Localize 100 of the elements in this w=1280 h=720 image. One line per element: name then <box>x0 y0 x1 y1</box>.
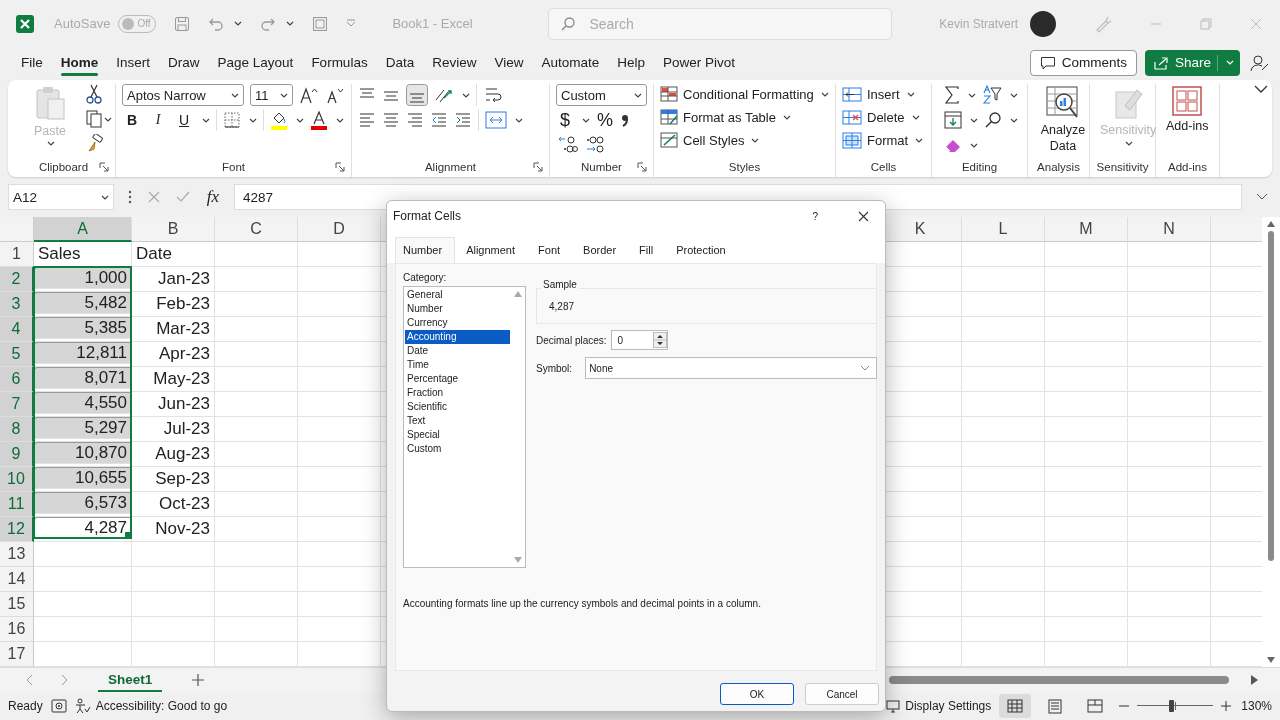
zoom-level[interactable]: 130% <box>1241 699 1272 714</box>
caret-icon[interactable] <box>751 136 760 144</box>
ribbon-tab[interactable]: Insert <box>107 49 160 77</box>
sheet-tab[interactable]: Sheet1 <box>98 668 163 692</box>
display-settings-button[interactable]: Display Settings <box>886 699 992 714</box>
dialog-tab[interactable]: Protection <box>669 237 738 263</box>
normal-view-button[interactable] <box>999 694 1032 719</box>
increase-font-icon[interactable] <box>299 86 319 105</box>
row-header[interactable]: 13 <box>0 542 34 568</box>
slider-thumb[interactable] <box>1169 700 1175 713</box>
text-style-button[interactable]: U <box>174 112 194 129</box>
category-item[interactable]: Accounting <box>405 330 510 344</box>
dialog-tab[interactable]: Fill <box>632 237 666 263</box>
cut-icon[interactable] <box>86 84 102 105</box>
caret-icon[interactable] <box>296 116 304 124</box>
borders-icon[interactable] <box>223 111 241 130</box>
close-icon[interactable] <box>858 210 869 222</box>
ribbon-tab[interactable]: Draw <box>159 49 209 77</box>
category-item[interactable]: Custom <box>405 442 510 456</box>
caret-icon[interactable] <box>906 90 915 98</box>
caret-icon[interactable] <box>634 91 642 99</box>
ribbon-tab[interactable]: Data <box>376 49 424 77</box>
add-ins-button[interactable]: Add-ins <box>1162 84 1213 137</box>
add-sheet-icon[interactable] <box>192 674 205 687</box>
name-box[interactable]: A12 <box>8 184 114 211</box>
row-header[interactable]: 16 <box>0 617 34 643</box>
align-center-icon[interactable] <box>382 111 400 130</box>
row-header[interactable]: 10 <box>0 467 34 493</box>
caret-icon[interactable] <box>249 116 257 124</box>
scrollbar-thumb[interactable] <box>1268 231 1274 562</box>
row-header[interactable]: 8 <box>0 417 34 443</box>
caret-icon[interactable] <box>915 136 924 144</box>
number-format-dropdown[interactable]: Custom <box>556 84 647 107</box>
search-icon[interactable] <box>984 111 1002 130</box>
row-header[interactable]: 1 <box>0 242 34 268</box>
coauthor-icon[interactable] <box>1250 53 1270 72</box>
category-item[interactable]: Date <box>405 344 510 358</box>
increase-indent-icon[interactable] <box>454 111 472 130</box>
category-item[interactable]: Number <box>405 302 510 316</box>
category-item[interactable]: Percentage <box>405 372 510 386</box>
share-button[interactable]: Share <box>1144 49 1240 76</box>
row-header[interactable]: 3 <box>0 292 34 318</box>
collapse-ribbon-icon[interactable] <box>1254 84 1268 95</box>
caret-icon[interactable] <box>970 116 978 124</box>
cancel-button[interactable]: Cancel <box>805 683 879 705</box>
scrollbar-thumb[interactable] <box>889 676 1229 685</box>
row-header[interactable]: 2 <box>0 267 34 293</box>
caret-icon[interactable] <box>820 90 829 98</box>
ribbon-tab[interactable]: Help <box>608 49 655 77</box>
next-sheet-icon[interactable] <box>60 674 68 687</box>
scroll-right-icon[interactable] <box>1251 675 1258 686</box>
decrease-indent-icon[interactable] <box>430 111 448 130</box>
avatar[interactable] <box>1030 10 1056 37</box>
caret-icon[interactable] <box>280 91 288 99</box>
row-header[interactable]: 6 <box>0 367 34 393</box>
ribbon-command[interactable]: Insert <box>842 84 915 105</box>
ribbon-command[interactable]: Format as Table <box>660 107 791 128</box>
decrease-font-icon[interactable] <box>325 86 345 105</box>
fill-down-icon[interactable] <box>944 111 962 130</box>
caret-icon[interactable] <box>1010 116 1018 124</box>
caret-icon[interactable] <box>231 91 239 99</box>
insert-function-button[interactable]: fx <box>204 187 222 208</box>
category-list[interactable]: General Number Currency Accounting Date Time Percentage Fraction Scientific Text Special Custom <box>403 286 526 568</box>
dialog-launcher-icon[interactable] <box>335 161 345 172</box>
caret-icon[interactable] <box>582 116 590 124</box>
comments-button[interactable]: Comments <box>1029 49 1137 76</box>
analyze-data-button[interactable]: Analyze Data <box>1034 84 1092 157</box>
caret-icon[interactable] <box>968 91 976 99</box>
category-item[interactable]: Scientific <box>405 400 510 414</box>
comma-style-icon[interactable] <box>620 112 630 129</box>
zoom-in-icon[interactable] <box>1221 701 1232 712</box>
previous-sheet-icon[interactable] <box>26 674 34 687</box>
scroll-down-icon[interactable] <box>1267 657 1275 664</box>
expand-formula-icon[interactable] <box>1256 193 1268 202</box>
row-header[interactable]: 9 <box>0 442 34 468</box>
row-header[interactable]: 15 <box>0 592 34 618</box>
row-header[interactable]: 17 <box>0 642 34 668</box>
caret-icon[interactable] <box>462 91 470 99</box>
caret-icon[interactable] <box>970 141 978 149</box>
text-style-button[interactable]: I <box>148 112 168 129</box>
caret-icon[interactable] <box>782 113 791 121</box>
decrease-decimal-icon[interactable] <box>584 135 606 156</box>
dialog-launcher-icon[interactable] <box>533 161 543 172</box>
copy-icon[interactable] <box>86 110 102 129</box>
increase-decimal-icon[interactable] <box>556 135 578 156</box>
help-button[interactable]: ? <box>812 210 818 222</box>
ok-button[interactable]: OK <box>720 683 794 705</box>
caret-icon[interactable] <box>101 193 109 201</box>
text-style-button[interactable]: B <box>122 112 142 129</box>
category-item[interactable]: Time <box>405 358 510 372</box>
autosum-icon[interactable] <box>944 86 960 105</box>
eraser-icon[interactable] <box>944 137 962 154</box>
merge-center-icon[interactable] <box>485 110 507 131</box>
category-item[interactable]: Text <box>405 414 510 428</box>
column-header[interactable]: A <box>34 217 132 243</box>
font-name-dropdown[interactable]: Aptos Narrow <box>122 84 244 107</box>
accessibility-status[interactable]: Accessibility: Good to go <box>74 698 228 715</box>
sort-filter-icon[interactable] <box>982 85 1002 106</box>
ribbon-tab[interactable]: Home <box>51 49 108 77</box>
dialog-tab[interactable]: Alignment <box>459 237 528 263</box>
